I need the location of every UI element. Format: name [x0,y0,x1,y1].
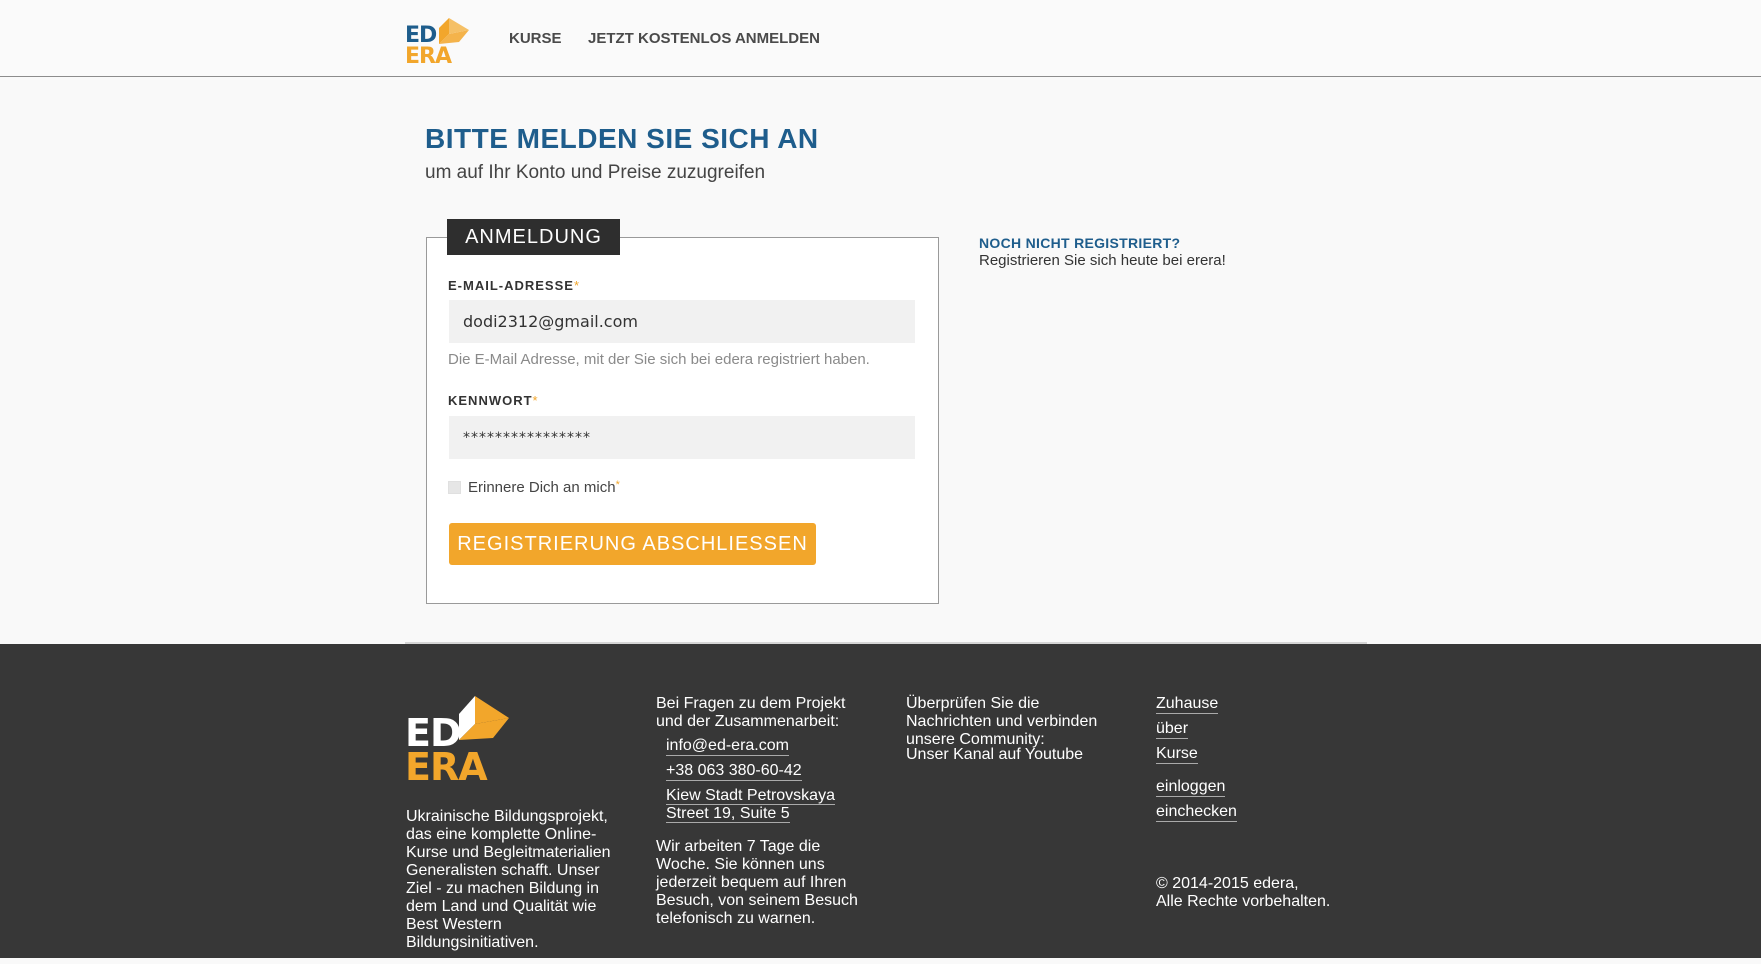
password-field[interactable] [449,416,915,459]
footer-link-register[interactable]: einchecken [1156,803,1237,822]
footer-address[interactable]: Kiew Stadt Petrovskaya Street 19, Suite … [666,787,866,823]
email-label: E-MAIL-ADRESSE* [448,278,580,293]
register-prompt: Registrieren Sie sich heute bei erera! [979,252,1226,269]
logo-text-era: ERA [405,44,452,69]
footer-hours: Wir arbeiten 7 Tage die Woche. Sie könne… [656,838,858,927]
required-mark: * [573,278,581,293]
footer-email-link[interactable]: info@ed-era.com [666,737,789,756]
footer-youtube-link[interactable]: Unser Kanal auf Youtube [906,746,1083,764]
footer-link-login[interactable]: einloggen [1156,778,1226,797]
site-header: ED ERA KURSE JETZT KOSTENLOS ANMELDEN [0,0,1761,77]
footer-logo-text-era: ERA [405,745,488,789]
footer-copyright: © 2014-2015 edera, Alle Rechte vorbehalt… [1156,875,1330,911]
footer-questions: Bei Fragen zu dem Projekt und der Zusamm… [656,695,846,730]
remember-label: Erinnere Dich an mich* [468,479,620,496]
password-label: KENNWORT* [448,393,539,408]
copyright-line-2: Alle Rechte vorbehalten. [1156,893,1331,910]
footer-link-about[interactable]: über [1156,720,1189,739]
footer-link-courses[interactable]: Kurse [1156,745,1198,764]
footer-link-home[interactable]: Zuhause [1156,695,1219,714]
email-field[interactable] [449,300,915,343]
remember-checkbox[interactable] [448,480,461,494]
logo-book-icon [439,18,469,44]
email-label-text: E-MAIL-ADRESSE [448,278,574,293]
remember-label-text: Erinnere Dich an mich [468,478,616,496]
footer-logo-book-icon [459,696,509,740]
required-mark: * [532,393,539,408]
page-subtitle: um auf Ihr Konto und Preise zuzugreifen [425,162,766,183]
footer-community-text: Überprüfen Sie die Nachrichten und verbi… [906,695,1098,748]
nav-kurse[interactable]: KURSE [509,30,562,47]
nav-register[interactable]: JETZT KOSTENLOS ANMELDEN [588,30,820,47]
edera-logo[interactable]: ED ERA [405,16,469,69]
password-label-text: KENNWORT [448,393,533,408]
site-footer [0,644,1761,958]
footer-address-link[interactable]: Kiew Stadt Petrovskaya Street 19, Suite … [666,787,835,823]
footer-description: Ukrainische Bildungsprojekt, das eine ko… [406,808,611,951]
remember-me[interactable]: Erinnere Dich an mich* [448,478,620,496]
submit-button[interactable]: REGISTRIERUNG ABSCHLIESSEN [449,523,816,565]
page-title: BITTE MELDEN SIE SICH AN [425,123,819,154]
email-hint: Die E-Mail Adresse, mit der Sie sich bei… [448,351,870,368]
form-legend: ANMELDUNG [447,219,620,255]
copyright-line-1: © 2014-2015 edera, [1156,875,1299,892]
footer-logo[interactable]: ED ERA [405,694,515,789]
not-registered-title: NOCH NICHT REGISTRIERT? [979,235,1181,251]
footer-phone-link[interactable]: +38 063 380-60-42 [666,762,802,781]
required-mark: * [615,478,620,491]
